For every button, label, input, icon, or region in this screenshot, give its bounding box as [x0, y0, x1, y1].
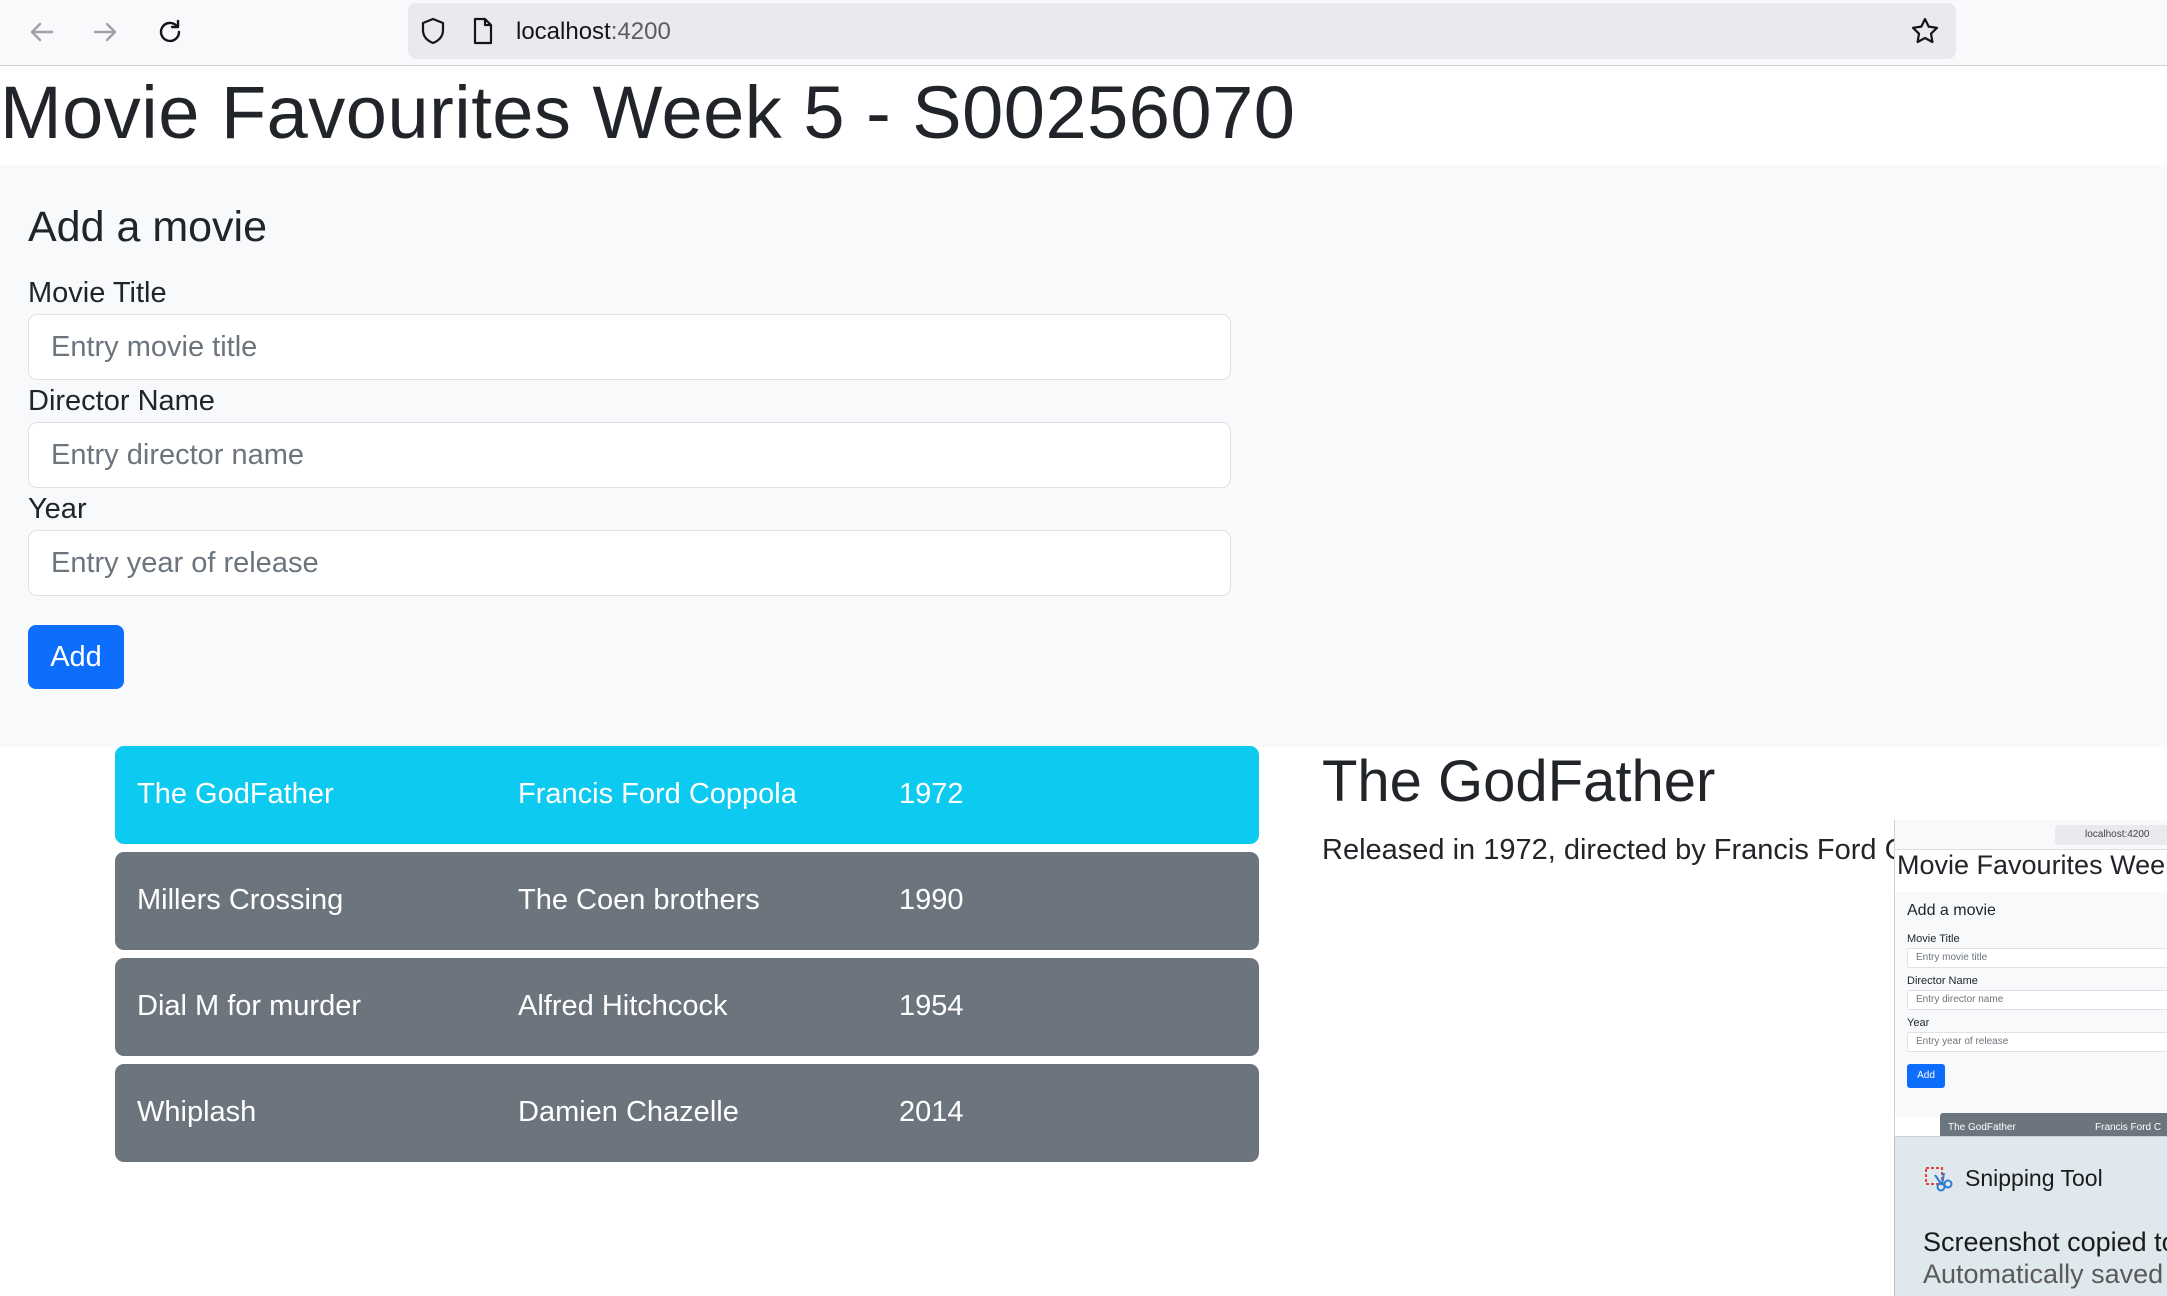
movie-list: The GodFather Francis Ford Coppola 1972 … — [115, 746, 1259, 1170]
add-movie-form: Add a movie Movie Title Director Name Ye… — [0, 165, 2167, 747]
thumbnail-movie-row: The GodFather Francis Ford C — [1940, 1113, 2167, 1138]
form-heading: Add a movie — [28, 203, 268, 251]
movie-director: The Coen brothers — [518, 884, 760, 916]
movie-year: 2014 — [899, 1096, 964, 1128]
thumbnail-title-input: Entry movie title — [1907, 948, 2167, 968]
notification-message: Screenshot copied to c — [1923, 1227, 2167, 1257]
thumbnail-year-label: Year — [1907, 1017, 1930, 1029]
reload-button[interactable] — [152, 14, 188, 50]
movie-detail-title: The GodFather — [1322, 749, 1716, 814]
director-name-label: Director Name — [28, 385, 215, 417]
page-icon — [473, 17, 493, 45]
thumbnail-row-title: The GodFather — [1948, 1122, 2016, 1133]
movie-director: Damien Chazelle — [518, 1096, 739, 1128]
movie-row[interactable]: The GodFather Francis Ford Coppola 1972 — [115, 746, 1259, 844]
movie-title: Millers Crossing — [137, 884, 344, 916]
movie-title: The GodFather — [137, 778, 334, 810]
forward-button[interactable] — [87, 14, 123, 50]
shield-icon — [421, 17, 445, 45]
movie-title-label: Movie Title — [28, 277, 167, 309]
movie-title: Whiplash — [137, 1096, 257, 1128]
movie-year: 1972 — [899, 778, 964, 810]
back-arrow-icon — [30, 22, 54, 42]
add-button[interactable]: Add — [28, 625, 124, 689]
url-text: localhost:4200 — [516, 18, 671, 45]
forward-arrow-icon — [93, 22, 117, 42]
thumbnail-title-label: Movie Title — [1907, 933, 1960, 945]
reload-icon — [159, 19, 181, 43]
year-label: Year — [28, 493, 87, 525]
thumbnail-page-title: Movie Favourites Week — [1897, 850, 2167, 880]
year-input[interactable] — [28, 530, 1231, 596]
thumbnail-year-input: Entry year of release — [1907, 1032, 2167, 1052]
movie-title: Dial M for murder — [137, 990, 361, 1022]
movie-row[interactable]: Whiplash Damien Chazelle 2014 — [115, 1064, 1259, 1162]
thumbnail-url: localhost:4200 — [2055, 825, 2167, 845]
movie-detail-text: Released in 1972, directed by Francis Fo… — [1322, 834, 1896, 866]
browser-toolbar: localhost:4200 — [0, 0, 2167, 66]
screenshot-thumbnail[interactable]: localhost:4200 Movie Favourites Week Add… — [1894, 820, 2167, 1138]
bookmark-star-icon[interactable] — [1910, 16, 1940, 46]
movie-year: 1990 — [899, 884, 964, 916]
thumbnail-director-label: Director Name — [1907, 975, 1978, 987]
page-title: Movie Favourites Week 5 - S00256070 — [0, 71, 1296, 154]
notification-app-name: Snipping Tool — [1965, 1165, 2103, 1191]
snipping-tool-notification[interactable]: Snipping Tool Screenshot copied to c Aut… — [1894, 1136, 2167, 1296]
address-bar[interactable]: localhost:4200 — [408, 3, 1956, 59]
director-name-input[interactable] — [28, 422, 1231, 488]
movie-year: 1954 — [899, 990, 964, 1022]
thumbnail-add-button: Add — [1907, 1064, 1945, 1088]
thumbnail-browser-bar: localhost:4200 — [1895, 820, 2167, 850]
thumbnail-director-input: Entry director name — [1907, 990, 2167, 1010]
thumbnail-row-director: Francis Ford C — [2095, 1122, 2162, 1133]
movie-row[interactable]: Millers Crossing The Coen brothers 1990 — [115, 852, 1259, 950]
thumbnail-form: Add a movie Movie Title Entry movie titl… — [1895, 892, 2167, 1117]
notification-sub-message: Automatically saved to — [1923, 1259, 2167, 1289]
movie-row[interactable]: Dial M for murder Alfred Hitchcock 1954 — [115, 958, 1259, 1056]
snipping-tool-icon — [1925, 1167, 1953, 1192]
thumbnail-form-heading: Add a movie — [1907, 902, 1996, 919]
movie-title-input[interactable] — [28, 314, 1231, 380]
movie-director: Francis Ford Coppola — [518, 778, 797, 810]
movie-director: Alfred Hitchcock — [518, 990, 728, 1022]
back-button[interactable] — [24, 14, 60, 50]
